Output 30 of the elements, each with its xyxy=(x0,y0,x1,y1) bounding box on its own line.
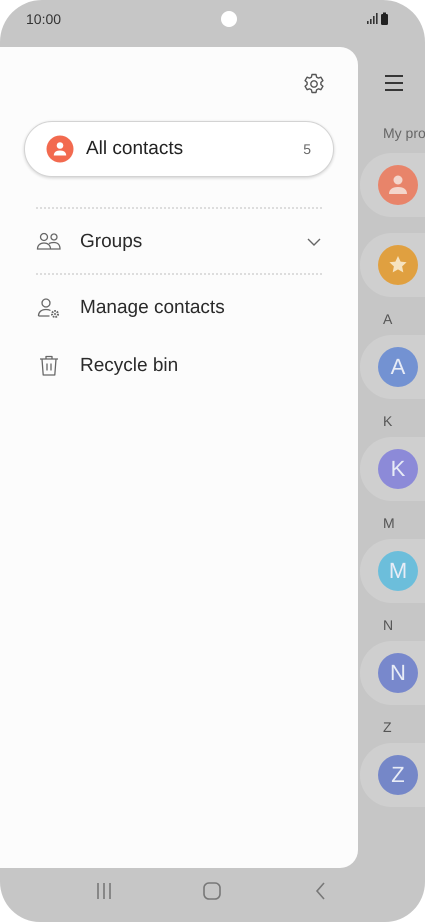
index-letter: A xyxy=(383,311,392,327)
all-contacts-item[interactable]: All contacts 5 xyxy=(24,121,334,177)
person-icon xyxy=(46,135,74,163)
contact-row[interactable]: N xyxy=(360,641,425,705)
index-letter: K xyxy=(383,413,392,429)
contact-row[interactable] xyxy=(360,153,425,217)
menu-icon[interactable] xyxy=(384,74,404,92)
status-time: 10:00 xyxy=(26,11,62,27)
drawer-item[interactable]: Manage contacts xyxy=(24,291,334,325)
avatar: Z xyxy=(378,755,418,795)
section-label: My pro xyxy=(383,125,425,141)
contact-row[interactable]: M xyxy=(360,539,425,603)
index-letter: N xyxy=(383,617,394,633)
chevron-icon[interactable] xyxy=(306,237,322,247)
home-icon[interactable] xyxy=(202,881,222,901)
index-letter: Z xyxy=(383,719,392,735)
drawer-item[interactable]: Groups xyxy=(24,225,334,259)
avatar: N xyxy=(378,653,418,693)
avatar: K xyxy=(378,449,418,489)
avatar: A xyxy=(378,347,418,387)
contact-row[interactable]: K xyxy=(360,437,425,501)
index-letter: M xyxy=(383,515,395,531)
person-gear-icon xyxy=(36,296,62,320)
avatar: M xyxy=(378,551,418,591)
settings-icon[interactable] xyxy=(302,72,326,96)
drawer-item[interactable]: Recycle bin xyxy=(24,349,334,383)
camera-dot xyxy=(221,11,238,27)
contact-row[interactable]: A xyxy=(360,335,425,399)
contact-row[interactable]: Z xyxy=(360,743,425,807)
contact-row[interactable] xyxy=(360,233,425,297)
